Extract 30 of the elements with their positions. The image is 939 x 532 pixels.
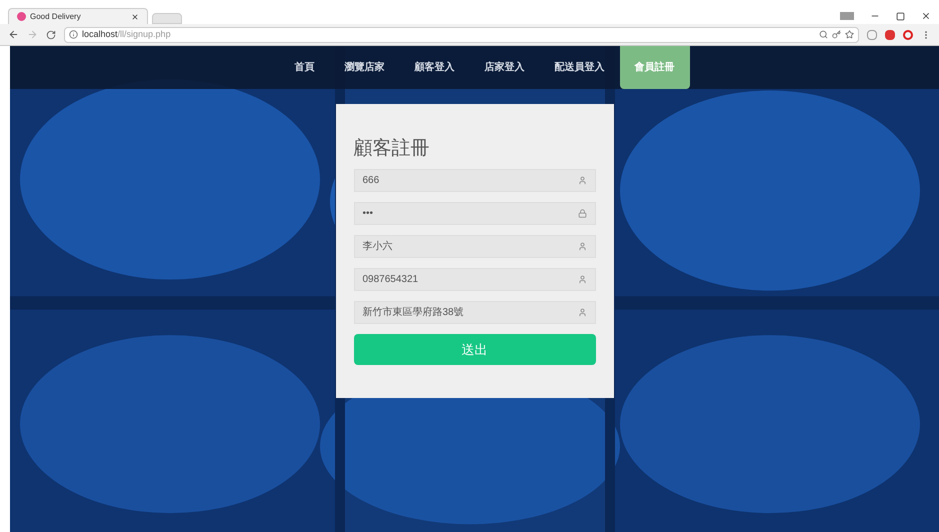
info-icon bbox=[69, 30, 78, 39]
nav-link[interactable]: 店家登入 bbox=[470, 46, 540, 89]
input-field[interactable]: ••• bbox=[354, 202, 596, 225]
address-bar[interactable]: localhost/ll/signup.php bbox=[64, 26, 859, 42]
input-field[interactable]: 666 bbox=[354, 169, 596, 192]
form-title: 顧客註冊 bbox=[354, 139, 430, 158]
input-field[interactable]: 新竹市東區學府路38號 bbox=[354, 301, 596, 324]
nav-link[interactable]: 首頁 bbox=[280, 46, 330, 89]
input-field[interactable]: 李小六 bbox=[354, 235, 596, 258]
close-icon[interactable] bbox=[131, 12, 139, 20]
search-icon[interactable] bbox=[819, 30, 828, 39]
maximize-icon[interactable] bbox=[896, 12, 905, 20]
tab-favicon-icon bbox=[17, 12, 26, 21]
url-text: localhost/ll/signup.php bbox=[82, 28, 171, 41]
reload-icon[interactable] bbox=[46, 30, 56, 40]
star-icon[interactable] bbox=[845, 30, 854, 39]
lock-icon bbox=[578, 209, 586, 218]
back-icon[interactable] bbox=[8, 29, 19, 40]
user-icon bbox=[578, 308, 586, 317]
input-field[interactable]: 0987654321 bbox=[354, 268, 596, 291]
nav-link[interactable]: 顧客登入 bbox=[400, 46, 470, 89]
tab-title: Good Delivery bbox=[30, 10, 82, 22]
user-icon bbox=[578, 176, 586, 185]
nav-link[interactable]: 配送員登入 bbox=[540, 46, 620, 89]
close-icon[interactable] bbox=[921, 11, 931, 21]
user-icon bbox=[578, 242, 586, 251]
user-icon bbox=[578, 275, 586, 284]
browser-tab[interactable]: Good Delivery bbox=[8, 8, 148, 24]
key-icon[interactable] bbox=[832, 30, 841, 39]
nav-link[interactable]: 瀏覽店家 bbox=[330, 46, 400, 89]
